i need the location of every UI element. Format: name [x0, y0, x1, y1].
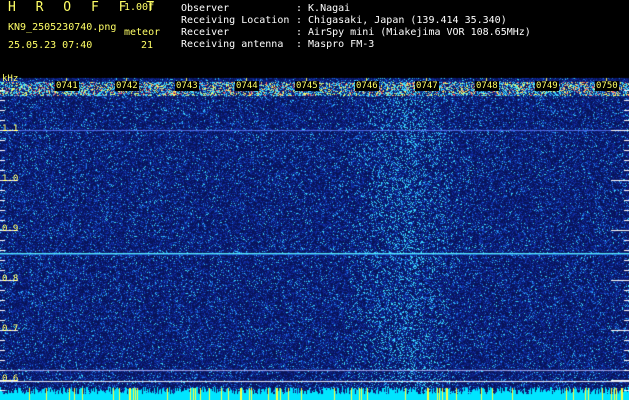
spectrogram-canvas	[0, 0, 629, 400]
time-label: 0742	[115, 81, 139, 91]
info-label: Receiver	[181, 27, 230, 38]
info-label: Observer	[181, 3, 230, 14]
info-row-receiver: Receiver : AirSpy mini (Miakejima VOR 108…	[181, 27, 531, 39]
time-label: 0747	[415, 81, 439, 91]
date-time: 25.05.23 07:40	[8, 40, 93, 51]
info-panel: Observer : K.Nagai Receiving Location : Ch…	[181, 3, 531, 51]
info-row-location: Receiving Location : Chigasaki, Japan (13…	[181, 15, 531, 27]
time-label: 0745	[295, 81, 319, 91]
y-tick-label: 0.9	[2, 224, 19, 234]
file-name: KN9_2505230740.png	[8, 22, 117, 33]
time-label: 0750	[595, 81, 619, 91]
info-row-observer: Observer : K.Nagai	[181, 3, 531, 15]
time-label: 0746	[355, 81, 379, 91]
info-row-antenna: Receiving antenna : Maspro FM-3	[181, 39, 531, 51]
y-tick-label: 0.7	[2, 324, 19, 334]
info-value: : AirSpy mini (Miakejima VOR 108.65MHz)	[296, 27, 531, 38]
meteor-label: meteor	[124, 27, 161, 38]
info-value: : K.Nagai	[296, 3, 351, 14]
y-tick-label: 0.6	[2, 374, 19, 384]
y-tick-label: 1.1	[2, 124, 19, 134]
info-label: Receiving antenna	[181, 39, 284, 50]
info-value: : Chigasaki, Japan (139.414 35.340)	[296, 15, 507, 26]
time-label: 0743	[175, 81, 199, 91]
y-tick-label: 1.0	[2, 174, 19, 184]
time-label: 0741	[55, 81, 79, 91]
y-axis-unit: kHz	[2, 74, 19, 84]
time-label: 0748	[475, 81, 499, 91]
time-label: 0744	[235, 81, 259, 91]
app-version: 1.00f	[124, 2, 155, 13]
time-label: 0749	[535, 81, 559, 91]
meteor-count: 21	[141, 40, 154, 51]
y-tick-label: 0.8	[2, 274, 19, 284]
info-value: : Maspro FM-3	[296, 39, 375, 50]
info-label: Receiving Location	[181, 15, 290, 26]
